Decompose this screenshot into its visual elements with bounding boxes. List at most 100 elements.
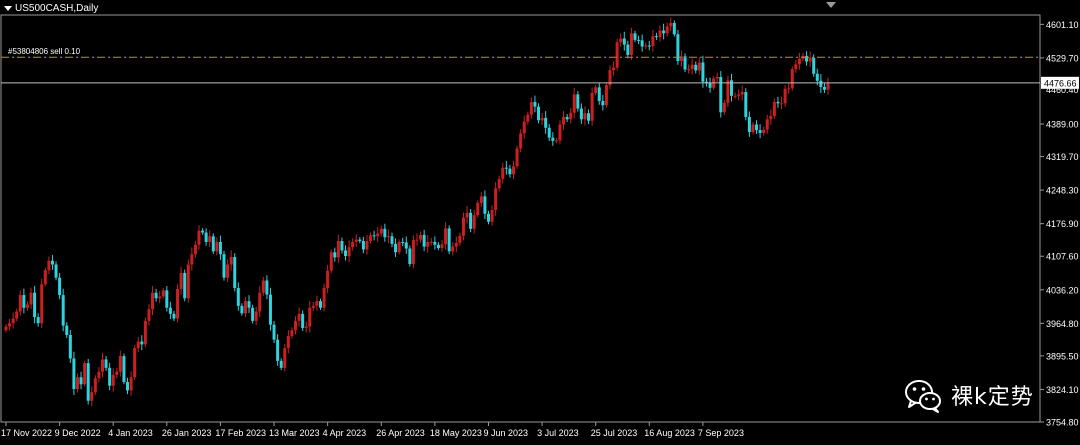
candle-body (172, 313, 176, 319)
candle-body (40, 284, 44, 324)
chart-menu-triangle-icon[interactable] (4, 6, 12, 11)
candle-body (451, 246, 455, 252)
candle-body (397, 241, 401, 253)
candle-body (197, 230, 201, 245)
symbol-timeframe-label: US500CASH,Daily (15, 3, 99, 14)
chart-title[interactable]: US500CASH,Daily (4, 3, 98, 14)
candle-body (587, 113, 591, 121)
candle-body (504, 167, 508, 169)
candle-body (604, 85, 608, 106)
candle-body (247, 301, 251, 308)
candle-body (426, 241, 430, 247)
candle-body (358, 239, 362, 242)
candle-body (797, 58, 801, 65)
candle-body (755, 124, 759, 131)
candle-body (690, 64, 694, 70)
candle-body (243, 301, 247, 314)
candle-body (315, 301, 319, 306)
candle-body (529, 101, 533, 115)
candle-body (737, 94, 741, 96)
candle-body (165, 290, 169, 308)
price-tick-label: 4601.10 (1046, 20, 1079, 30)
candle-body (50, 260, 54, 265)
candle-body (572, 94, 576, 113)
candle-body (154, 292, 158, 299)
time-tick-label: 25 Jul 2023 (591, 428, 638, 438)
candle-body (508, 168, 512, 175)
candle-body (233, 256, 237, 288)
candle-body (422, 234, 426, 247)
time-tick-label: 26 Jan 2023 (162, 428, 212, 438)
candle-body (401, 241, 405, 243)
candle-body (419, 234, 423, 240)
candle-body (226, 264, 230, 278)
candle-body (819, 80, 823, 87)
time-tick-label: 16 Aug 2023 (644, 428, 695, 438)
candle-body (365, 241, 369, 250)
candle-body (301, 313, 305, 328)
candle-body (75, 377, 79, 390)
candle-body (394, 243, 398, 253)
candle-body (476, 202, 480, 216)
candle-body (344, 250, 348, 257)
candle-body (43, 270, 47, 285)
chart-shift-marker[interactable] (826, 2, 836, 8)
candle-body (111, 374, 115, 386)
candle-body (47, 260, 51, 271)
candle-body (583, 113, 587, 120)
candle-body (815, 73, 819, 81)
candle-body (526, 114, 530, 122)
candle-body (36, 317, 40, 324)
candle-body (290, 330, 294, 336)
candle-body (515, 148, 519, 167)
candle-body (286, 335, 290, 349)
candle-body (601, 100, 605, 106)
candle-body (501, 167, 505, 179)
bid-tag-label: 4476.66 (1044, 78, 1077, 88)
time-tick-label: 17 Feb 2023 (215, 428, 266, 438)
candle-body (783, 88, 787, 104)
candle-body (769, 116, 773, 120)
candle-body (415, 239, 419, 241)
candle-body (822, 86, 826, 90)
candle-body (22, 295, 26, 308)
candle-body (108, 367, 112, 386)
candle-body (279, 360, 283, 368)
candle-body (472, 215, 476, 229)
candle-body (594, 87, 598, 93)
candle-body (490, 209, 494, 222)
candle-body (408, 248, 412, 265)
candle-body (158, 296, 162, 299)
candle-body (183, 272, 187, 299)
candle-body (186, 264, 190, 299)
time-tick-label: 7 Sep 2023 (698, 428, 744, 438)
candle-body (293, 320, 297, 331)
candle-body (762, 129, 766, 133)
candle-body (140, 341, 144, 345)
time-tick-label: 4 Apr 2023 (323, 428, 367, 438)
candle-body (612, 67, 616, 70)
candle-body (444, 228, 448, 245)
candle-body (658, 30, 662, 38)
candle-body (622, 38, 626, 45)
candle-body (129, 377, 133, 391)
candle-body (115, 371, 119, 375)
candle-body (215, 241, 219, 252)
candle-body (211, 236, 215, 252)
candle-body (812, 57, 816, 74)
candle-body (826, 83, 830, 90)
time-axis: 17 Nov 2022 9 Dec 2022 4 Jan 2023 26 Jan 20… (1, 422, 744, 438)
candle-body (533, 101, 537, 107)
candle-body (647, 45, 651, 47)
candle-body (547, 127, 551, 138)
candle-body (537, 106, 541, 121)
time-tick-label: 4 Jan 2023 (108, 428, 153, 438)
candle-body (8, 323, 12, 327)
candle-body (361, 241, 365, 250)
candle-body (780, 103, 784, 105)
candle-body (179, 272, 183, 289)
candle-body (143, 320, 147, 345)
candle-body (72, 358, 76, 390)
candle-body (461, 217, 465, 236)
candle-body (701, 62, 705, 82)
